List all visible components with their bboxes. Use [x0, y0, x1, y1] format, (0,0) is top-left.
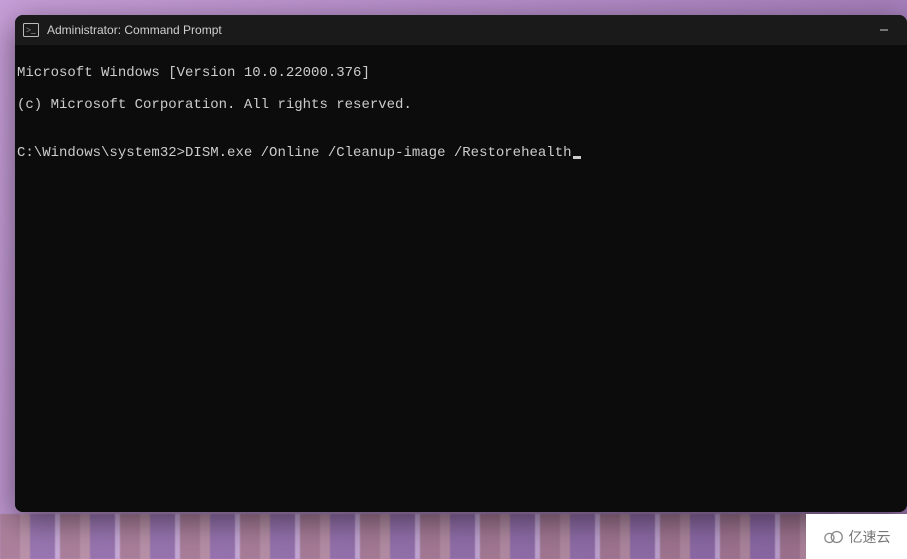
- watermark-text: 亿速云: [849, 527, 891, 547]
- watermark: 亿速云: [806, 514, 907, 559]
- terminal-command: DISM.exe /Online /Cleanup-image /Restore…: [185, 145, 571, 161]
- command-prompt-window: >_ Administrator: Command Prompt Microso…: [15, 15, 907, 512]
- minimize-button[interactable]: [861, 15, 907, 45]
- terminal-cursor: [573, 156, 581, 159]
- window-controls: [861, 15, 907, 45]
- cloud-icon: [823, 530, 845, 544]
- terminal-command-line: C:\Windows\system32>DISM.exe /Online /Cl…: [17, 145, 905, 161]
- window-title: Administrator: Command Prompt: [47, 23, 222, 37]
- terminal-line-version: Microsoft Windows [Version 10.0.22000.37…: [17, 65, 905, 81]
- terminal-output[interactable]: Microsoft Windows [Version 10.0.22000.37…: [15, 45, 907, 512]
- window-titlebar[interactable]: >_ Administrator: Command Prompt: [15, 15, 907, 45]
- terminal-prompt: C:\Windows\system32>: [17, 145, 185, 161]
- cmd-icon: >_: [23, 22, 39, 38]
- terminal-line-copyright: (c) Microsoft Corporation. All rights re…: [17, 97, 905, 113]
- svg-text:>_: >_: [26, 25, 36, 35]
